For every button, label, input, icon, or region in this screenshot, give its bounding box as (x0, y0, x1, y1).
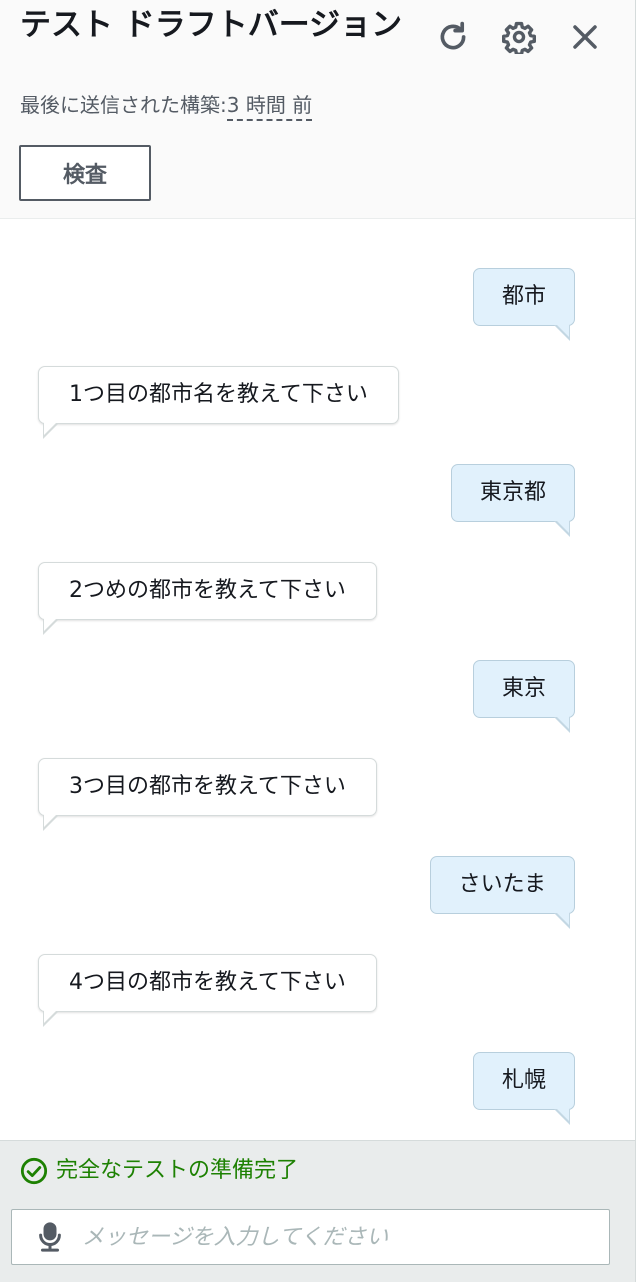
bubble-tail (43, 814, 59, 831)
message-text: 3つ目の都市を教えて下さい (69, 774, 346, 799)
user-message-bubble: さいたま (429, 856, 575, 929)
message-text: 東京都 (479, 480, 546, 505)
message-text: さいたま (458, 872, 546, 897)
bubble-tail (43, 1010, 59, 1027)
last-build-label: 最後に送信された構築: (20, 93, 227, 117)
bubble-tail (554, 716, 570, 733)
inspect-button[interactable]: 検査 (19, 145, 151, 201)
message-text: 2つめの都市を教えて下さい (69, 578, 346, 603)
bubble-tail (43, 618, 59, 635)
microphone-icon[interactable] (32, 1219, 68, 1255)
bubble-tail (554, 1108, 570, 1125)
message-input-box (11, 1209, 610, 1265)
bubble-tail (43, 422, 59, 439)
test-status: 完全なテストの準備完了 (20, 1155, 298, 1187)
user-message-bubble: 東京都 (450, 464, 575, 537)
panel-header: テスト ドラフトバージョン 最後に送信された構築:3 時間 前 検査 (0, 0, 635, 219)
message-text: 都市 (501, 284, 546, 309)
check-circle-icon (20, 1157, 48, 1185)
bot-message-bubble: 2つめの都市を教えて下さい (38, 562, 377, 635)
panel-footer: 完全なテストの準備完了 (0, 1140, 635, 1282)
chat-transcript: 都市 1つ目の都市名を教えて下さい東京都 2つめの都市を教えて下さい東京 3つ目の都市… (0, 220, 635, 1140)
close-icon[interactable] (566, 18, 604, 56)
message-text: 札幌 (501, 1068, 546, 1093)
message-text: 1つ目の都市名を教えて下さい (69, 382, 368, 407)
bubble-tail (554, 520, 570, 537)
gear-icon[interactable] (500, 18, 538, 56)
user-message-bubble: 都市 (472, 268, 575, 341)
panel-title: テスト ドラフトバージョン (20, 7, 403, 43)
last-build-relative-time[interactable]: 3 時間 前 (226, 93, 313, 121)
test-panel: テスト ドラフトバージョン 最後に送信された構築:3 時間 前 検査 都市 1つ目… (0, 0, 636, 1282)
bot-message-bubble: 4つ目の都市を教えて下さい (38, 954, 377, 1027)
message-text: 東京 (501, 676, 546, 701)
bubble-tail (554, 324, 570, 341)
bot-message-bubble: 1つ目の都市名を教えて下さい (38, 366, 399, 439)
bubble-tail (554, 912, 570, 929)
user-message-bubble: 札幌 (472, 1052, 575, 1125)
message-text: 4つ目の都市を教えて下さい (69, 970, 346, 995)
message-input[interactable] (80, 1209, 609, 1265)
bot-message-bubble: 3つ目の都市を教えて下さい (38, 758, 377, 831)
last-build-info: 最後に送信された構築:3 時間 前 (20, 90, 313, 121)
test-status-text: 完全なテストの準備完了 (56, 1158, 299, 1183)
user-message-bubble: 東京 (472, 660, 575, 733)
refresh-icon[interactable] (434, 18, 472, 56)
